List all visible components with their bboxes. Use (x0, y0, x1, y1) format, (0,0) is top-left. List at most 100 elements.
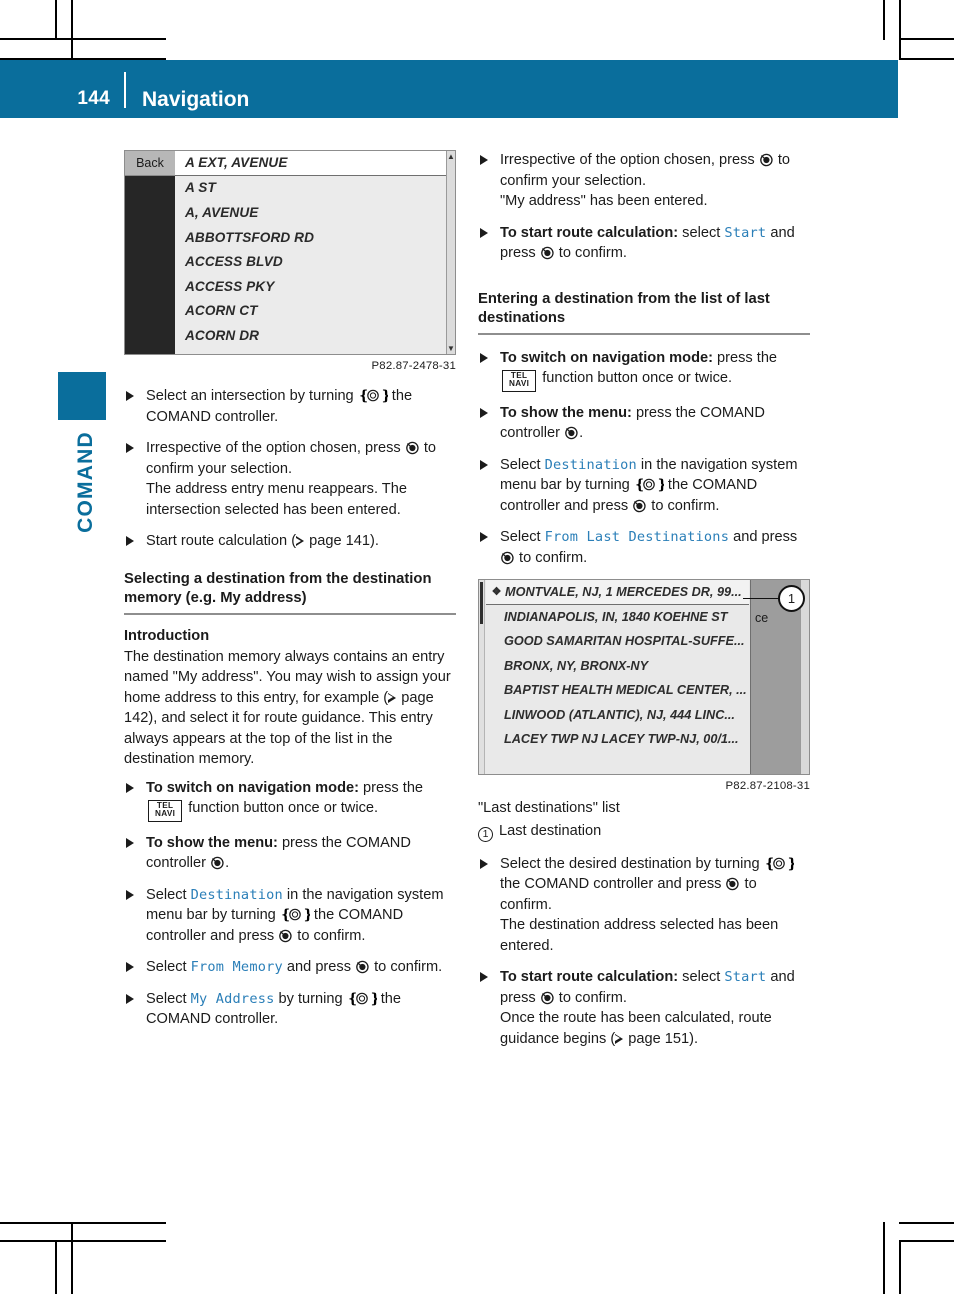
press-controller-icon (405, 440, 420, 455)
scrollbar[interactable]: ▲ ▼ (446, 151, 455, 354)
crop-mark-tr-v2 (899, 0, 901, 58)
page-number: 144 (77, 88, 110, 109)
bullet-triangle-icon (126, 837, 134, 848)
text: press the (712, 349, 778, 366)
text: Last destination (499, 822, 602, 839)
page-reference[interactable]: page 141 (309, 533, 370, 549)
instruction-bullet: To start route calculation: select Start… (478, 223, 810, 264)
crop-mark-bl-h (0, 1222, 166, 1224)
svg-text:❵: ❵ (380, 388, 388, 404)
menu-option-my-address[interactable]: My Address (191, 991, 275, 1007)
back-button[interactable]: Back (125, 151, 175, 176)
press-controller-icon (540, 245, 555, 260)
figure-street-list: Back A EXT, AVENUE A ST A, AVENUE ABBOTT… (124, 150, 456, 372)
list-item[interactable]: BRONX, NY, BRONX-NY (486, 654, 749, 679)
scrollbar[interactable] (800, 580, 809, 774)
list-item[interactable]: ACORN CT (175, 299, 446, 324)
bullet-triangle-icon (480, 407, 488, 418)
menu-option-from-last-destinations[interactable]: From Last Destinations (545, 529, 729, 545)
instruction-bullet: Select Destination in the navigation sys… (478, 455, 810, 517)
menu-option-start[interactable]: Start (724, 225, 766, 241)
menu-option-destination[interactable]: Destination (191, 887, 283, 903)
crop-mark-tl-v2 (71, 0, 73, 58)
crop-mark-br-v (883, 1222, 885, 1294)
press-controller-icon (210, 855, 225, 870)
page-reference[interactable]: page 151 (628, 1031, 689, 1047)
crop-mark-tr-h2 (899, 58, 954, 60)
text: Select (146, 959, 191, 975)
side-panel-text: ce (755, 611, 769, 625)
menu-option-destination[interactable]: Destination (545, 457, 637, 473)
text: ). (370, 533, 379, 549)
tel-navi-button-icon: TEL NAVI (502, 369, 537, 392)
subsection-heading: Introduction (124, 627, 210, 644)
text: Select (500, 456, 545, 473)
text: Irrespective of the option chosen, press (146, 440, 405, 456)
text: to confirm. (515, 549, 588, 566)
crop-mark-bl-v (55, 1240, 57, 1294)
list-item[interactable]: LINWOOD (ATLANTIC), NJ, 444 LINC... (486, 703, 749, 728)
text: to confirm. (554, 245, 627, 261)
svg-text:❵: ❵ (302, 907, 310, 923)
bullet-triangle-icon (480, 858, 488, 869)
list-item-label: MONTVALE, NJ, 1 MERCEDES DR, 99... (505, 584, 742, 599)
figure-last-destinations: ce ❖ MONTVALE, NJ, 1 MERCEDES DR, 99... I… (478, 579, 810, 792)
svg-text:❵: ❵ (369, 991, 377, 1007)
text: to confirm. (370, 959, 443, 975)
list-item[interactable]: BAPTIST HEALTH MEDICAL CENTER, ... (486, 678, 749, 703)
scroll-down-icon[interactable]: ▼ (447, 344, 455, 353)
bullet-triangle-icon (480, 459, 488, 470)
press-controller-icon (725, 876, 740, 891)
street-list: A EXT, AVENUE A ST A, AVENUE ABBOTTSFORD… (175, 151, 446, 354)
bullet-triangle-icon (480, 972, 488, 982)
text: "My address" has been entered. (500, 193, 708, 209)
bullet-triangle-icon (480, 532, 488, 542)
crop-mark-bl-v2 (71, 1222, 73, 1294)
text: . (579, 425, 584, 441)
list-item[interactable]: ACCESS BLVD (175, 249, 446, 274)
menu-option-start[interactable]: Start (724, 969, 766, 985)
list-item[interactable]: GOOD SAMARITAN HOSPITAL-SUFFE... (486, 629, 749, 654)
list-item[interactable]: A EXT, AVENUE (175, 151, 446, 176)
instruction-bullet: To start route calculation: select Start… (478, 967, 810, 1049)
crop-mark-br-v2 (899, 1240, 901, 1294)
screenshot-sidebar (125, 151, 175, 354)
heading-rule (478, 332, 810, 335)
list-item[interactable]: ❖ MONTVALE, NJ, 1 MERCEDES DR, 99... (486, 580, 749, 605)
rotate-controller-icon: ❴❵ (764, 856, 794, 872)
rotate-controller-icon: ❴❵ (280, 907, 310, 923)
text: and press (282, 959, 356, 975)
list-item[interactable]: ABBOTTSFORD RD (175, 225, 446, 250)
instruction-bullet: To switch on navigation mode: press the … (124, 778, 456, 822)
bullet-triangle-icon (126, 391, 134, 401)
menu-option-from-memory[interactable]: From Memory (191, 959, 283, 975)
list-item[interactable]: INDIANAPOLIS, IN, 1840 KOEHNE ST (486, 605, 749, 630)
press-controller-icon (564, 425, 579, 440)
text: to confirm. (293, 927, 366, 944)
text: function button once or twice. (184, 800, 379, 816)
list-item[interactable]: ACORN DR (175, 323, 446, 348)
rotate-controller-icon: ❴❵ (358, 388, 388, 404)
text: Start route calculation ( (146, 533, 297, 549)
figure-reference: P82.87-2478-31 (371, 360, 456, 372)
right-column: Irrespective of the option chosen, press… (478, 150, 810, 1060)
list-item[interactable]: A, AVENUE (175, 200, 446, 225)
scroll-up-icon[interactable]: ▲ (447, 152, 455, 161)
bullet-triangle-icon (126, 782, 134, 793)
screenshot-street-list: Back A EXT, AVENUE A ST A, AVENUE ABBOTT… (124, 150, 456, 355)
text: Select the desired destination by turnin… (500, 855, 764, 872)
instruction-bullet: Select From Memory and press to confirm. (124, 957, 456, 978)
list-item[interactable]: LACEY TWP NJ LACEY TWP-NJ, 00/1... (486, 727, 749, 752)
list-item[interactable]: ACCESS PKY (175, 274, 446, 299)
rotate-controller-icon: ❴❵ (347, 991, 377, 1007)
tel-navi-button-icon: TEL NAVI (148, 799, 183, 822)
list-item[interactable]: A ST (175, 176, 446, 201)
bullet-lead-in: To start route calculation: (500, 969, 679, 985)
text: function button once or twice. (538, 370, 733, 386)
bullet-triangle-icon (126, 962, 134, 972)
instruction-bullet: Select the desired destination by turnin… (478, 854, 810, 957)
press-controller-icon (500, 550, 515, 565)
instruction-bullet: Irrespective of the option chosen, press… (478, 150, 810, 212)
press-controller-icon (632, 498, 647, 513)
text: select (678, 224, 725, 241)
